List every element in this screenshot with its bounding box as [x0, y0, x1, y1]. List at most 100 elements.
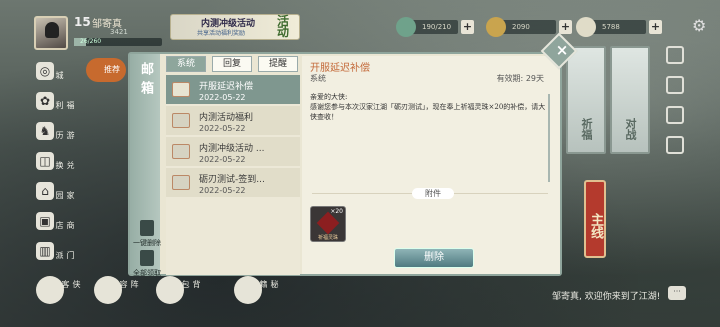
- side-icon-4[interactable]: [666, 136, 684, 154]
- add-gems-button[interactable]: +: [649, 20, 662, 34]
- menu-welfare[interactable]: ✿ 福利: [34, 92, 75, 114]
- mail-title: 邮箱: [138, 62, 153, 100]
- player-score: 3421: [110, 28, 128, 36]
- banner-pray-label: 祈福: [580, 118, 593, 140]
- menu-travel[interactable]: ♞ 游历: [34, 122, 75, 144]
- mail-item[interactable]: 砺刃测试-签到... 2022-05-22: [166, 168, 300, 197]
- mail-item-title: 内测冲级活动 ...: [199, 144, 265, 154]
- close-icon: ×: [555, 40, 569, 59]
- menu-home[interactable]: ⌂ 家园: [34, 182, 75, 204]
- add-stamina-button[interactable]: +: [461, 20, 474, 34]
- banner-battle-label: 对战: [624, 118, 637, 140]
- resource-coins-value: 2090: [512, 23, 530, 31]
- menu-city-label: 城: [55, 71, 64, 79]
- menu-welfare-label: 福利: [55, 101, 75, 109]
- mail-item[interactable]: 内测冲级活动 ... 2022-05-22: [166, 137, 300, 166]
- menu-travel-label: 游历: [55, 131, 75, 139]
- banner-pray[interactable]: 祈福: [566, 46, 606, 154]
- validity-label: 有效期:: [496, 74, 524, 83]
- bottom-team-label: 阵容: [119, 280, 139, 288]
- mail-item-date: 2022-05-22: [199, 93, 246, 102]
- menu-sect-label: 门派: [55, 251, 75, 259]
- mail-tabs: 系统 回复 提醒: [166, 56, 300, 74]
- mail-body-text: 感谢您参与本次汉家江湖「砺刃测试」，现在奉上祈福灵珠×20的补偿，请大侠查收！: [310, 103, 546, 121]
- mail-greeting: 亲爱的大侠:: [310, 93, 348, 101]
- event-tag: 活动: [277, 14, 290, 39]
- mail-sidebar: 邮箱 一键删除 全部领取: [130, 54, 161, 277]
- chat-icon[interactable]: ···: [668, 286, 686, 300]
- attachment-count: ×20: [330, 208, 343, 215]
- resource-stamina: 190/210 +: [396, 17, 474, 37]
- city-icon: ◎: [36, 62, 54, 80]
- sect-icon: ▥: [36, 242, 54, 260]
- shop-icon: ▣: [36, 212, 54, 230]
- prayer-bead-icon: [316, 211, 340, 235]
- resource-gems: 5788 +: [576, 17, 662, 37]
- receive-icon: [140, 250, 154, 266]
- receive-all-label: 全部领取: [133, 269, 161, 277]
- side-icon-3[interactable]: [666, 106, 684, 124]
- tab-remind[interactable]: 提醒: [258, 56, 298, 72]
- mainline-button[interactable]: 主线: [584, 180, 606, 258]
- stamina-icon: [396, 17, 416, 37]
- tab-system[interactable]: 系统: [166, 56, 206, 72]
- one-key-delete-label: 一键删除: [133, 239, 161, 247]
- resource-stamina-value: 190/210: [422, 23, 452, 31]
- attachment-item[interactable]: ×20 祈福灵珠: [310, 206, 346, 242]
- menu-exchange-label: 兑换: [55, 161, 75, 169]
- attachment-label: 附件: [412, 188, 454, 199]
- right-banners: 祈福 对战: [566, 46, 666, 156]
- resource-gems-value: 5788: [602, 23, 620, 31]
- side-icon-2[interactable]: [666, 76, 684, 94]
- event-banner[interactable]: 内测冲级活动 共享活动福利奖励 活动: [170, 14, 300, 40]
- mail-item-title: 内测活动福利: [199, 113, 254, 123]
- gem-icon: [576, 17, 596, 37]
- mail-item-title: 开服延迟补偿: [199, 82, 254, 92]
- mail-item-date: 2022-05-22: [199, 155, 246, 164]
- menu-sect[interactable]: ▥ 门派: [34, 242, 75, 264]
- side-icon-1[interactable]: [666, 46, 684, 64]
- welcome-message: 邹寄真, 欢迎你来到了江湖!: [552, 292, 661, 302]
- validity-value: 29天: [525, 74, 544, 83]
- mail-item[interactable]: 内测活动福利 2022-05-22: [166, 106, 300, 135]
- top-bar: 15 邹寄真 3421 26/260 内测冲级活动 共享活动福利奖励 活动 19…: [0, 0, 720, 50]
- travel-icon: ♞: [36, 122, 54, 140]
- menu-city[interactable]: ◎ 城: [34, 62, 68, 84]
- receive-all-button[interactable]: 全部领取: [130, 250, 164, 278]
- player-level: 15: [74, 15, 91, 29]
- delete-button[interactable]: 删除: [394, 248, 474, 268]
- mail-detail-title: 开服延迟补偿: [310, 63, 370, 74]
- banner-battle[interactable]: 对战: [610, 46, 650, 154]
- mail-detail: 开服延迟补偿 系统 有效期: 29天 亲爱的大侠: 感谢您参与本次汉家江湖「砺刃…: [302, 56, 560, 274]
- mail-detail-validity: 有效期: 29天: [497, 73, 544, 84]
- menu-home-label: 家园: [55, 191, 75, 199]
- recommend-badge[interactable]: 推荐: [86, 58, 126, 82]
- mail-body-scrollbar[interactable]: [548, 94, 550, 182]
- bottom-bag-label: 背包: [181, 280, 201, 288]
- menu-shop[interactable]: ▣ 商店: [34, 212, 75, 234]
- mail-item-date: 2022-05-22: [199, 124, 246, 133]
- recommend-label: 推荐: [104, 65, 120, 74]
- tab-reply[interactable]: 回复: [212, 56, 252, 72]
- side-icons: [666, 46, 690, 166]
- envelope-icon: [172, 113, 190, 128]
- menu-shop-label: 商店: [55, 221, 75, 229]
- mail-item-date: 2022-05-22: [199, 186, 246, 195]
- welfare-icon: ✿: [36, 92, 54, 110]
- exchange-icon: ◫: [36, 152, 54, 170]
- add-coins-button[interactable]: +: [559, 20, 572, 34]
- one-key-delete-button[interactable]: 一键删除: [130, 220, 164, 248]
- menu-exchange[interactable]: ◫ 兑换: [34, 152, 75, 174]
- home-icon: ⌂: [36, 182, 54, 200]
- bottom-secret-label: 秘籍: [259, 280, 279, 288]
- mail-list: 开服延迟补偿 2022-05-22 内测活动福利 2022-05-22 内测冲级…: [166, 75, 300, 275]
- envelope-icon: [172, 82, 190, 97]
- gear-icon[interactable]: ⚙: [692, 18, 708, 34]
- mail-item-title: 砺刃测试-签到...: [199, 175, 265, 185]
- bottom-hero-label: 侠客: [61, 280, 81, 288]
- coin-icon: [486, 17, 506, 37]
- envelope-icon: [172, 175, 190, 190]
- mail-item[interactable]: 开服延迟补偿 2022-05-22: [166, 75, 300, 104]
- event-subtitle: 共享活动福利奖励: [197, 30, 246, 37]
- mail-detail-body: 亲爱的大侠: 感谢您参与本次汉家江湖「砺刃测试」，现在奉上祈福灵珠×20的补偿，…: [310, 92, 548, 182]
